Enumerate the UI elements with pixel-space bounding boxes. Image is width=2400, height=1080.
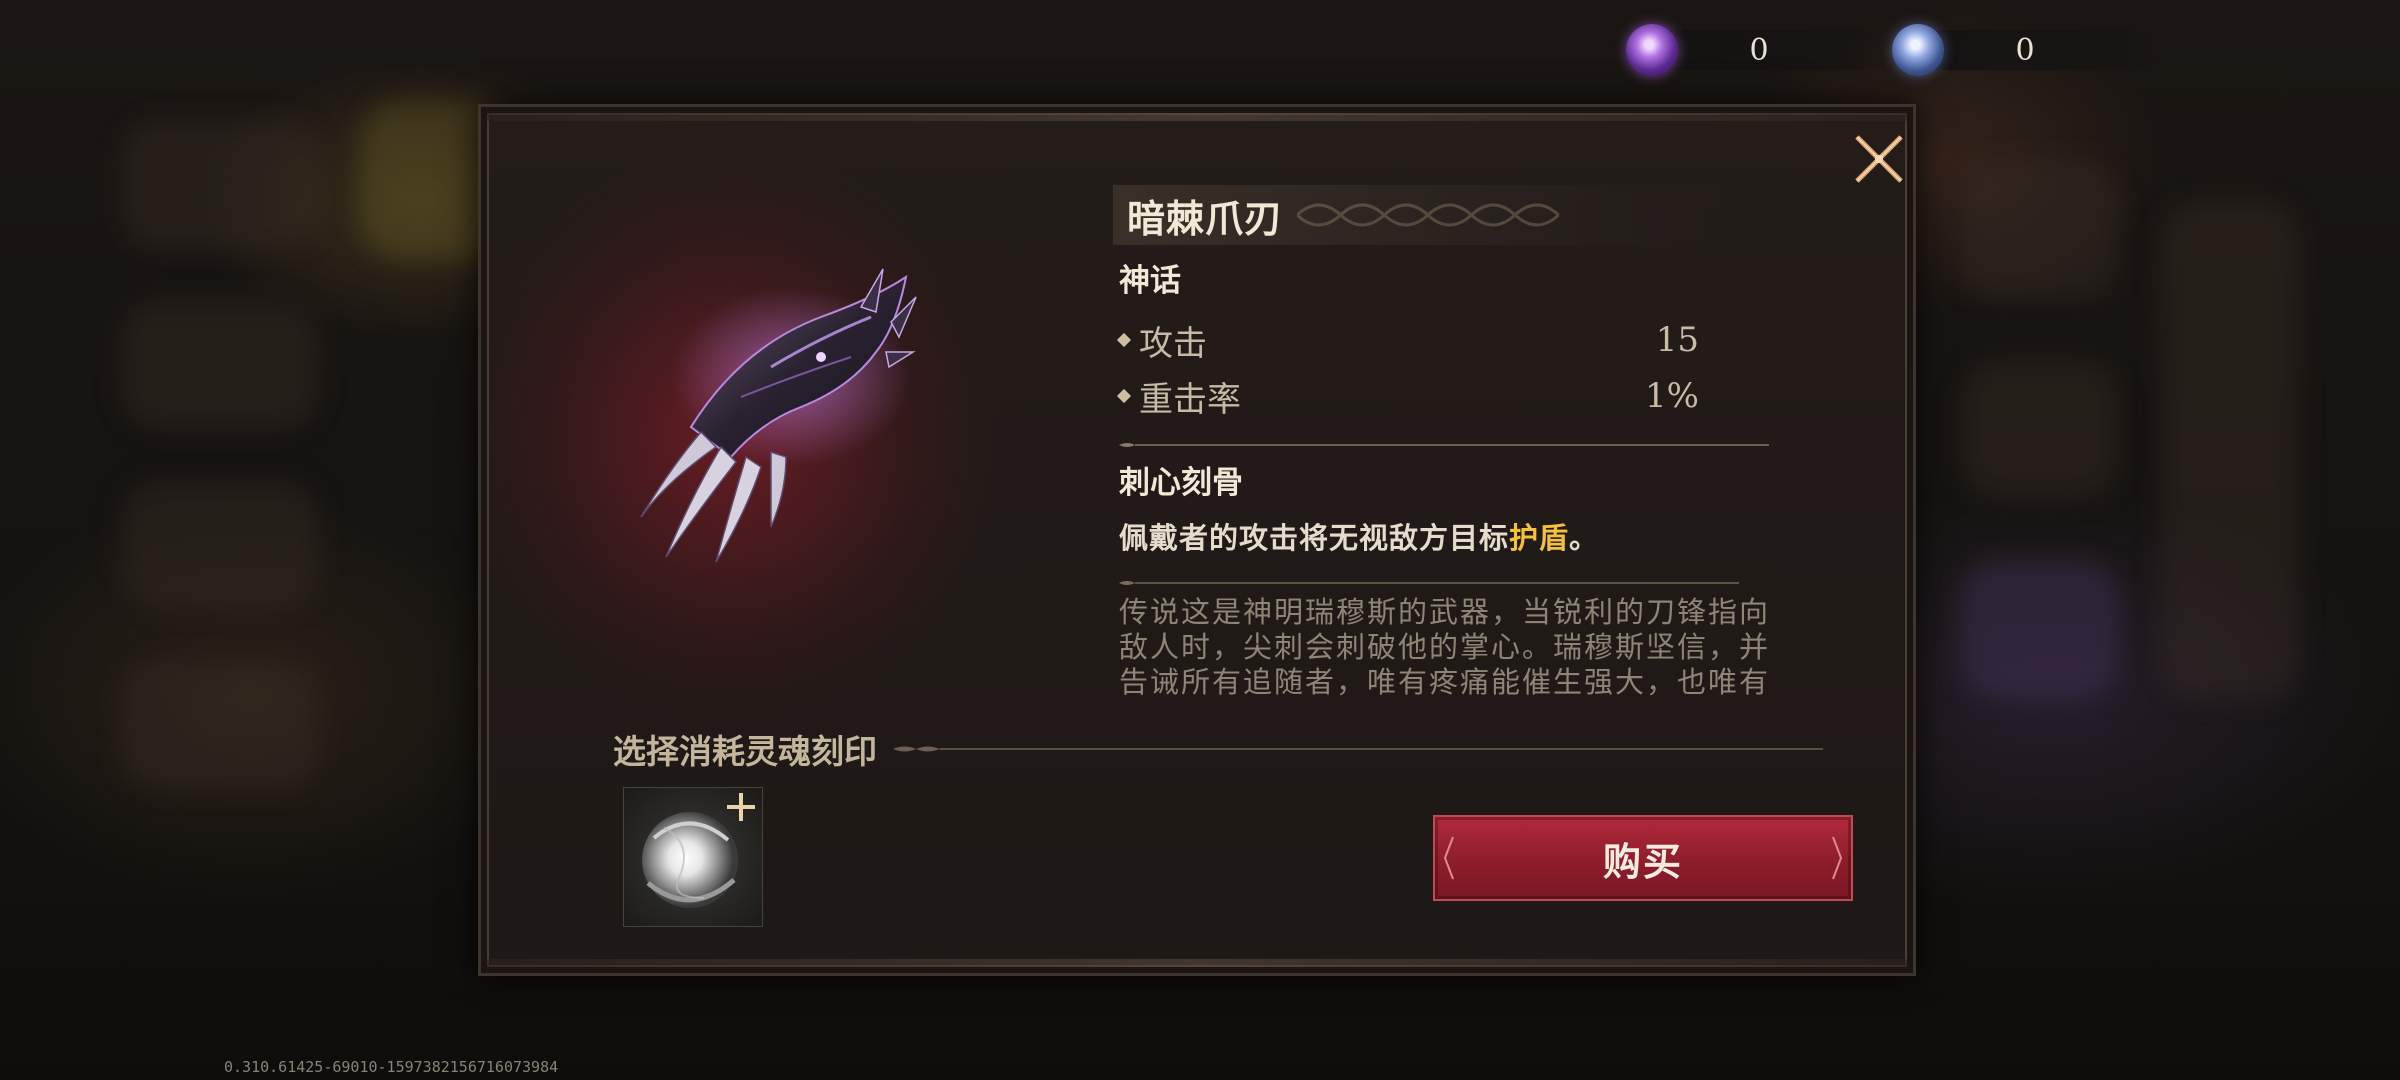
- currency-pill: 0: [1930, 30, 2160, 70]
- background-tile: [1960, 360, 2120, 500]
- skill-desc-suffix: 。: [1569, 521, 1600, 555]
- background-tile: [1960, 160, 2120, 300]
- blue-soul-orb-icon: [1892, 24, 1944, 76]
- dark-claw-blade-icon: [621, 257, 921, 567]
- skill-description: 佩戴者的攻击将无视敌方目标护盾。: [1119, 515, 1599, 557]
- bullet-diamond-icon: [1116, 388, 1132, 404]
- skill-keyword-shield[interactable]: 护盾: [1509, 521, 1569, 555]
- purple-soul-orb-icon: [1626, 24, 1678, 76]
- currency-blue[interactable]: 0: [1892, 22, 2160, 78]
- panel-border-top: [487, 113, 1907, 121]
- close-button[interactable]: [1847, 127, 1911, 191]
- currency-pill: 0: [1664, 30, 1894, 70]
- stat-value: 1%: [1645, 376, 1699, 416]
- item-name: 暗棘爪刃: [1127, 195, 1284, 241]
- background-tile: [1960, 560, 2120, 700]
- item-detail-panel: 暗棘爪刃 神话 攻击 15 重击率 1% 刺心刻骨 佩戴者的攻击将无视敌方目标护…: [478, 104, 1916, 976]
- skill-desc-prefix: 佩戴者的攻击将无视敌方目标: [1119, 521, 1510, 555]
- section-divider: [1119, 581, 1739, 585]
- skill-name: 刺心刻骨: [1119, 465, 1243, 501]
- section-divider: [1119, 443, 1769, 447]
- header-ornament-line: [893, 746, 1823, 752]
- close-x-icon: [1855, 135, 1903, 183]
- stat-value: 15: [1655, 320, 1699, 360]
- stat-label: 攻击: [1139, 323, 1207, 364]
- bullet-diamond-icon: [1116, 332, 1132, 348]
- item-rarity: 神话: [1119, 263, 1181, 299]
- soul-select-header: 选择消耗灵魂刻印: [613, 725, 1823, 773]
- panel-border-bottom: [487, 959, 1907, 967]
- background-tile: [2160, 200, 2300, 700]
- button-ornament-right: [1832, 836, 1843, 880]
- buy-button-label: 购买: [1602, 838, 1683, 884]
- currency-amount: 0: [2015, 32, 2035, 68]
- currency-amount: 0: [1749, 32, 1769, 68]
- stat-label: 重击率: [1139, 379, 1241, 420]
- stat-row-attack: 攻击 15: [1116, 317, 1819, 364]
- currency-purple[interactable]: 0: [1626, 22, 1894, 78]
- plus-icon[interactable]: [724, 790, 758, 824]
- build-version: 0.310.61425-69010-1597382156716073984: [224, 1058, 559, 1076]
- background-tile: [120, 660, 320, 790]
- soul-seal-slot[interactable]: [623, 787, 763, 927]
- item-lore-text[interactable]: 传说这是神明瑞穆斯的武器，当锐利的刀锋指向敌人时，尖刺会刺破他的掌心。瑞穆斯坚信…: [1119, 595, 1799, 707]
- background-tile: [120, 300, 320, 430]
- button-ornament-left: [1443, 836, 1454, 880]
- background-tile: [120, 480, 320, 610]
- background-tile: [120, 120, 320, 250]
- item-title-bar: 暗棘爪刃: [1113, 185, 1733, 245]
- title-ornament: [1297, 203, 1560, 227]
- soul-select-title: 选择消耗灵魂刻印: [613, 732, 877, 771]
- stat-row-crit-rate: 重击率 1%: [1116, 373, 1819, 420]
- buy-button[interactable]: 购买: [1433, 815, 1853, 901]
